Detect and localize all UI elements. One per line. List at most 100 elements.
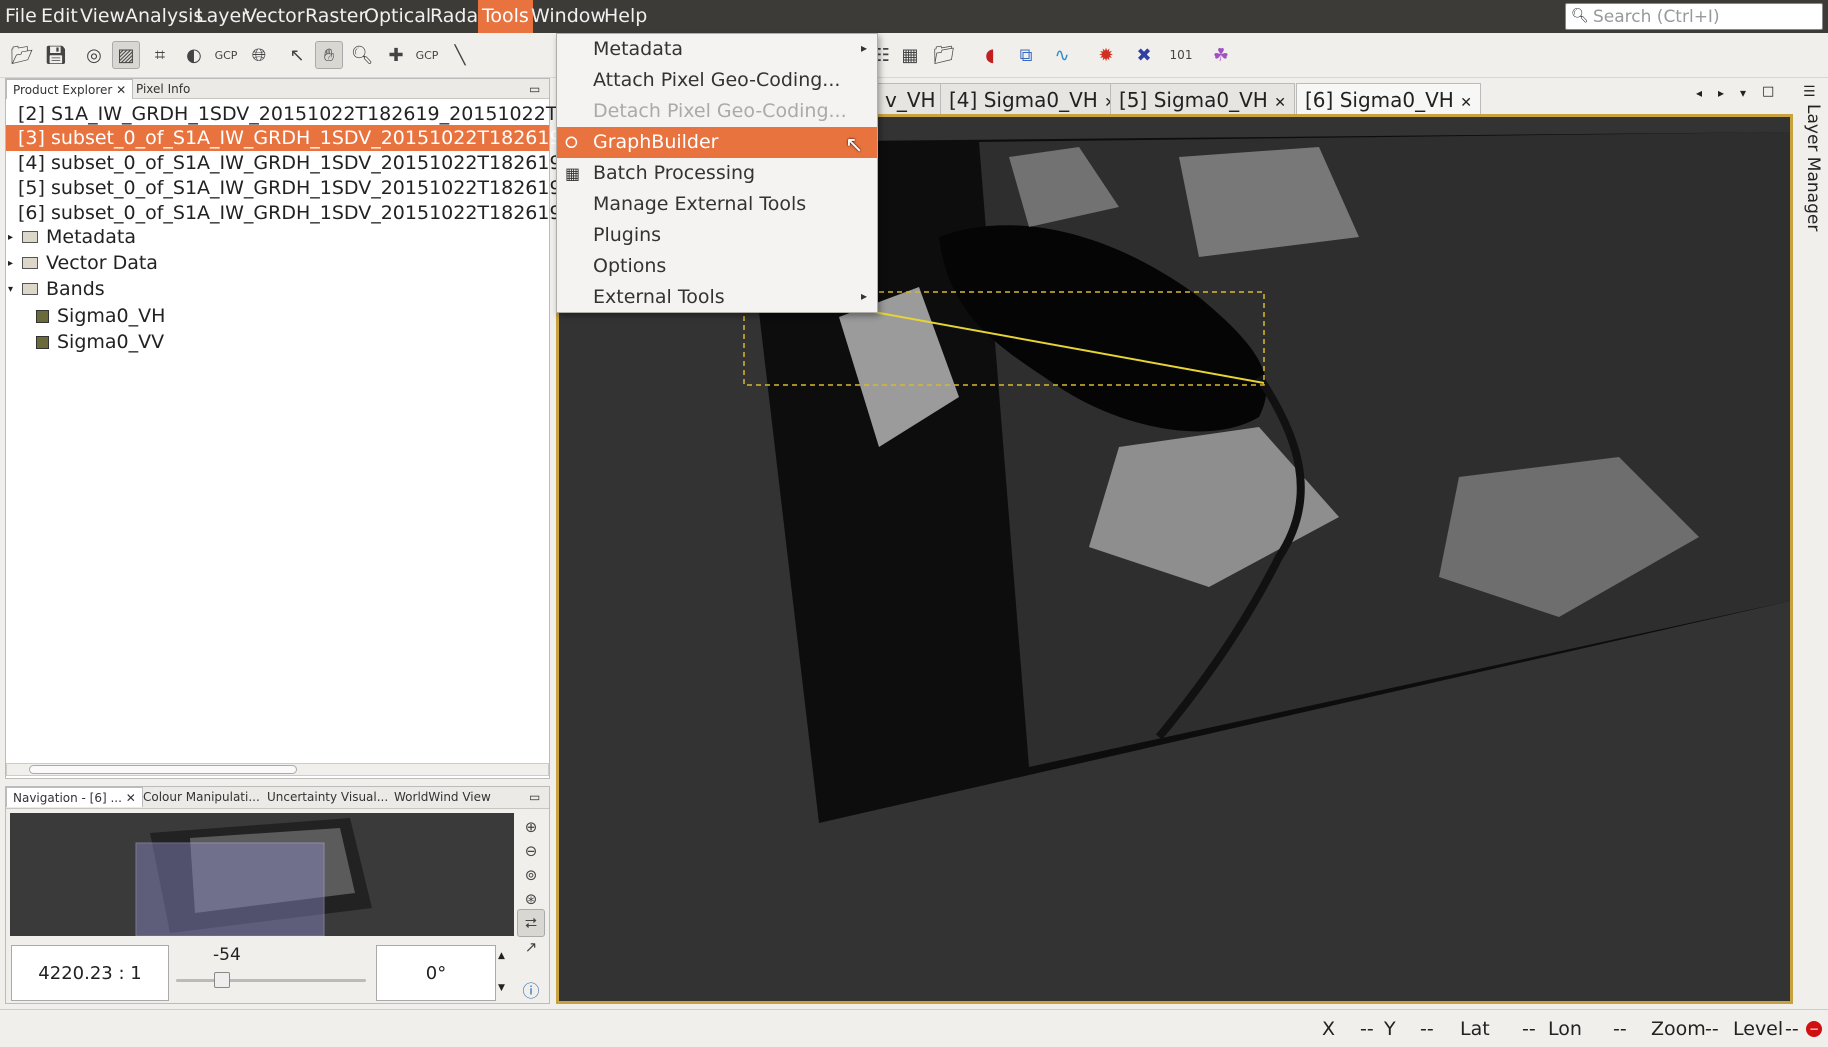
menu-vector[interactable]: Vector [244,5,305,27]
menu-item-label: Attach Pixel Geo-Coding... [593,69,841,91]
tab-image-4[interactable]: [4] Sigma0_VH ✕ [940,83,1125,114]
tree-band-sigma0-vh[interactable]: Sigma0_VH [36,303,165,329]
menu-item-external-tools[interactable]: External Tools ▸ [557,282,877,313]
pixel-info-icon[interactable]: ◎ [80,41,108,69]
help-icon[interactable]: ⓘ [517,975,545,1003]
tab-uncertainty-visualisation[interactable]: Uncertainty Visual... [261,787,394,807]
open-product-icon[interactable]: 📂︎ [8,41,36,69]
search-icon: 🔍︎ [1571,8,1589,24]
menu-optical[interactable]: Optical [364,5,431,27]
band-icon [36,335,49,349]
tree-product-5[interactable]: [5] subset_0_of_S1A_IW_GRDH_1SDV_2015102… [6,175,562,201]
gcp-manager-icon[interactable]: GCP [212,41,240,69]
select-tool-icon[interactable]: ▨ [112,41,140,69]
menu-item-batch-processing[interactable]: ▦ Batch Processing [557,158,877,189]
tab-image-6[interactable]: [6] Sigma0_VH ✕ [1296,83,1481,114]
tab-scroll-left-icon[interactable]: ◂ [1696,86,1702,100]
expand-icon[interactable]: ▸ [8,232,22,243]
image-tab-label: [5] Sigma0_VH [1119,88,1268,112]
rotation-slider[interactable] [176,979,366,982]
tree-metadata[interactable]: ▸ Metadata [8,224,136,250]
close-icon[interactable]: ✕ [116,83,126,97]
collapse-icon[interactable]: ▾ [8,284,22,295]
pointer-tool-icon[interactable]: ↖ [283,41,311,69]
pan-tool-icon[interactable]: ✋︎ [315,41,343,69]
menu-edit[interactable]: Edit [41,5,78,27]
tab-product-explorer[interactable]: Product Explorer ✕ [6,79,134,99]
menu-item-metadata[interactable]: Metadata ▸ [557,34,877,65]
menu-analysis[interactable]: Analysis [125,5,203,27]
tree-product-4[interactable]: [4] subset_0_of_S1A_IW_GRDH_1SDV_2015102… [6,150,562,176]
search-input[interactable]: Search (Ctrl+I) [1593,7,1720,27]
menu-view[interactable]: View [80,5,125,27]
tab-image-5[interactable]: [5] Sigma0_VH ✕ [1110,83,1295,114]
tab-list-icon[interactable]: ▾ [1740,86,1746,100]
menu-bar: File Edit View Analysis Layer Vector Ras… [0,0,1828,33]
gcp-placing-icon[interactable]: GCP [413,41,441,69]
minimize-icon[interactable]: ▭ [523,787,546,807]
pin-manager-icon[interactable]: ◐ [180,41,208,69]
folder-icon[interactable]: 📁︎ [930,41,958,69]
menu-item-options[interactable]: Options [557,251,877,282]
menu-item-attach-pixel-geocoding[interactable]: Attach Pixel Geo-Coding... [557,65,877,96]
scale-field[interactable]: 4220.23 : 1 [11,945,169,1001]
menu-raster[interactable]: Raster [305,5,366,27]
binary-icon[interactable]: 101 [1167,41,1195,69]
menu-tools[interactable]: Tools [478,0,533,33]
menu-window[interactable]: Window [531,5,606,27]
sync-cursor-icon[interactable]: ↗ [517,933,545,961]
colour-icon[interactable]: ◖ [976,41,1004,69]
tab-pixel-info[interactable]: Pixel Info [130,79,196,99]
menu-item-graphbuilder[interactable]: ⭘ GraphBuilder ↖ [557,127,877,158]
spinner-up-icon[interactable]: ▲ [498,951,505,961]
pin-placing-icon[interactable]: ✚ [382,41,410,69]
expand-icon[interactable]: ▸ [8,258,22,269]
tab-worldwind-view[interactable]: WorldWind View [388,787,497,807]
close-icon[interactable]: ✕ [1460,95,1472,111]
grid-icon[interactable]: ▦ [896,41,924,69]
tree-product-2[interactable]: [2] S1A_IW_GRDH_1SDV_20151022T182619_201… [6,101,582,127]
layer-manager-tab[interactable]: Layer Manager [1797,104,1828,304]
world-map-icon[interactable]: 🌐︎ [245,41,273,69]
rotation-field[interactable]: 0° [376,945,496,1001]
error-icon[interactable]: − [1806,1021,1822,1037]
graticule-icon[interactable]: ⌗ [146,41,174,69]
batch-icon: ▦ [565,164,581,183]
tree-band-sigma0-vv[interactable]: Sigma0_VV [36,329,164,355]
maximize-icon[interactable]: □ [1762,84,1774,99]
close-icon[interactable]: ✕ [1274,95,1286,111]
spinner-down-icon[interactable]: ▼ [498,983,505,993]
tree-product-3[interactable]: [3] subset_0_of_S1A_IW_GRDH_1SDV_2015102… [6,125,562,151]
line-drawing-icon[interactable]: ╲ [446,41,474,69]
tools-dropdown-menu: Metadata ▸ Attach Pixel Geo-Coding... Det… [556,33,878,313]
image-tab-label: v_VH [885,88,936,112]
tree-vector-data[interactable]: ▸ Vector Data [8,250,158,276]
layers-icon[interactable]: ⧉ [1012,41,1040,69]
tab-colour-manipulation[interactable]: Colour Manipulati... [137,787,266,807]
submenu-arrow-icon: ▸ [860,289,867,303]
wave-icon[interactable]: ∿ [1048,41,1076,69]
status-y-value: -- [1420,1018,1434,1040]
tree-bands[interactable]: ▾ Bands [8,276,105,302]
menu-layer[interactable]: Layer [196,5,249,27]
tree-product-6[interactable]: [6] subset_0_of_S1A_IW_GRDH_1SDV_2015102… [6,200,562,226]
zoom-tool-icon[interactable]: 🔍︎ [348,41,376,69]
tab-navigation[interactable]: Navigation - [6] ... ✕ [6,787,143,807]
search-box[interactable]: 🔍︎ Search (Ctrl+I) [1565,3,1823,30]
cross-icon[interactable]: ✖ [1130,41,1158,69]
navigation-thumbnail[interactable] [10,813,514,936]
minimize-icon[interactable]: ▭ [523,79,546,99]
star-icon[interactable]: ✹ [1092,41,1120,69]
cluster-icon[interactable]: ☘ [1207,41,1235,69]
menu-item-plugins[interactable]: Plugins [557,220,877,251]
horizontal-scrollbar[interactable] [6,763,549,776]
tab-scroll-right-icon[interactable]: ▸ [1718,86,1724,100]
save-product-icon[interactable]: 💾︎ [42,41,70,69]
menu-item-manage-external-tools[interactable]: Manage External Tools [557,189,877,220]
scrollbar-thumb[interactable] [29,765,297,774]
menu-file[interactable]: File [5,5,37,27]
menu-item-label: Batch Processing [593,162,756,184]
close-icon[interactable]: ✕ [126,791,136,805]
slider-handle[interactable] [214,972,230,988]
menu-help[interactable]: Help [604,5,647,27]
